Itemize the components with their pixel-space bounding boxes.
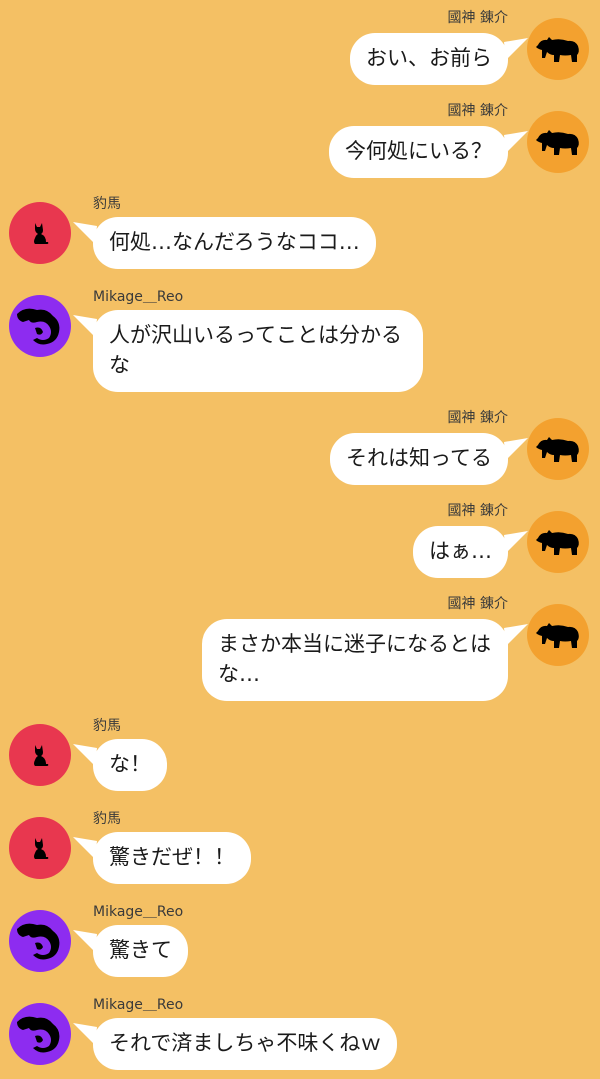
sender-name: 豹馬 (93, 196, 121, 212)
avatar[interactable] (9, 817, 71, 879)
avatar[interactable] (9, 910, 71, 972)
message-bubble[interactable]: まさか本当に迷子になるとはな… (202, 619, 508, 701)
message-bubble[interactable]: それは知ってる (330, 433, 508, 485)
avatar[interactable] (9, 724, 71, 786)
sender-name: 國神 錬介 (447, 103, 508, 119)
sender-name: 國神 錬介 (447, 410, 508, 426)
cat-icon (30, 221, 50, 245)
avatar[interactable] (527, 604, 589, 666)
avatar[interactable] (9, 202, 71, 264)
bear-icon (535, 620, 581, 650)
message-bubble[interactable]: な！ (93, 739, 167, 791)
message-bubble[interactable]: 何処…なんだろうなココ… (93, 217, 376, 269)
sender-name: 豹馬 (93, 811, 121, 827)
sender-name: 國神 錬介 (447, 10, 508, 26)
message-bubble[interactable]: 人が沢山いるってことは分かるな (93, 310, 423, 392)
bear-icon (535, 127, 581, 157)
sender-name: Mikage＿Reo (93, 289, 184, 305)
dragon-icon (15, 1012, 65, 1056)
cat-icon (30, 836, 50, 860)
message-bubble[interactable]: おい、お前ら (350, 33, 508, 85)
sender-name: Mikage＿Reo (93, 997, 184, 1013)
message-bubble[interactable]: 驚きだぜ！！ (93, 832, 251, 884)
avatar[interactable] (527, 511, 589, 573)
message-bubble[interactable]: 今何処にいる？ (329, 126, 508, 178)
avatar[interactable] (527, 111, 589, 173)
avatar[interactable] (527, 418, 589, 480)
dragon-icon (15, 304, 65, 348)
avatar[interactable] (9, 1003, 71, 1065)
message-bubble[interactable]: 驚きて (93, 925, 188, 977)
avatar[interactable] (527, 18, 589, 80)
sender-name: 國神 錬介 (447, 503, 508, 519)
message-bubble[interactable]: はぁ… (413, 526, 508, 578)
sender-name: 豹馬 (93, 718, 121, 734)
avatar[interactable] (9, 295, 71, 357)
sender-name: 國神 錬介 (447, 596, 508, 612)
bear-icon (535, 434, 581, 464)
sender-name: Mikage＿Reo (93, 904, 184, 920)
message-bubble[interactable]: それで済ましちゃ不味くねｗ (93, 1018, 398, 1070)
bear-icon (535, 34, 581, 64)
cat-icon (30, 743, 50, 767)
bear-icon (535, 527, 581, 557)
dragon-icon (15, 919, 65, 963)
